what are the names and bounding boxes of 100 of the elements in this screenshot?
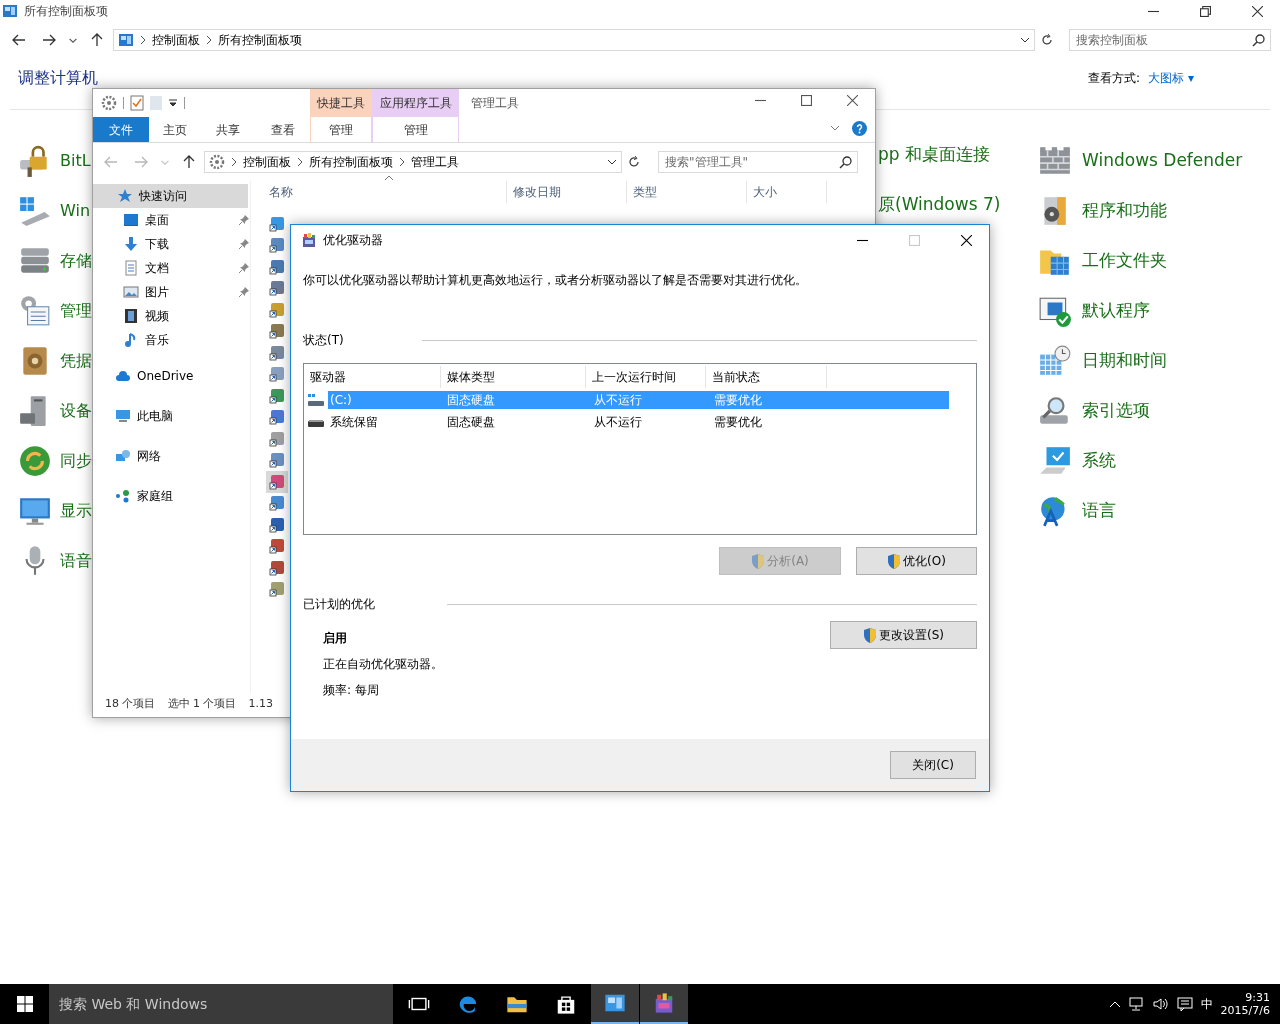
address-bar[interactable]: 控制面板 所有控制面板项 管理工具 — [204, 151, 622, 173]
nav-item[interactable]: 视频 — [101, 304, 249, 328]
table-cell-text: 固态硬盘 — [446, 413, 496, 431]
restore-icon — [1199, 5, 1211, 17]
chevron-icon — [140, 35, 146, 45]
nav-item[interactable]: 音乐 — [101, 328, 249, 352]
control-panel-link[interactable]: 原(Windows 7) — [878, 192, 1001, 218]
nav-item[interactable]: 网络 — [93, 440, 248, 472]
control-panel-link[interactable]: 凭据 — [60, 349, 92, 373]
breadcrumb[interactable]: 管理工具 — [411, 153, 459, 171]
taskbar-search-field[interactable]: 搜索 Web 和 Windows — [49, 984, 393, 1024]
clock-time[interactable]: 9:31 — [1245, 991, 1270, 1004]
control-panel-link[interactable]: 程序和功能 — [1082, 198, 1167, 224]
control-panel-link[interactable]: pp 和桌面连接 — [878, 142, 990, 168]
control-panel-link[interactable]: 语言 — [1082, 498, 1116, 524]
ribbon-tab[interactable]: 管理 — [310, 117, 372, 142]
nav-item[interactable]: 此电脑 — [93, 400, 248, 432]
column-header[interactable]: 大小 — [747, 181, 827, 203]
up-arrow-icon — [181, 154, 197, 170]
search-field[interactable]: 搜索"管理工具" — [658, 151, 858, 173]
control-panel-link[interactable]: 索引选项 — [1082, 398, 1150, 424]
control-panel-link[interactable]: Win — [60, 199, 91, 223]
forward-arrow-icon — [133, 154, 149, 170]
control-panel-link[interactable]: 系统 — [1082, 448, 1116, 474]
back-arrow-icon — [11, 32, 27, 48]
download-arrow-icon — [123, 236, 139, 252]
address-bar[interactable]: 控制面板 所有控制面板项 — [113, 29, 1035, 51]
schedule-state: 启用 — [323, 630, 348, 647]
nav-item[interactable]: 快速访问 — [93, 184, 248, 208]
change-settings-button[interactable]: 更改设置(S) — [830, 621, 977, 649]
forward-arrow-icon — [41, 32, 57, 48]
window-title: 所有控制面板项 — [24, 3, 108, 20]
ribbon-tab[interactable]: 管理 — [372, 117, 459, 142]
defrag-app-button[interactable] — [640, 984, 688, 1024]
control-panel-link[interactable]: 工作文件夹 — [1082, 248, 1167, 274]
defrag-app-icon — [301, 232, 317, 248]
control-panel-link[interactable]: 日期和时间 — [1082, 348, 1167, 374]
window-title: 管理工具 — [471, 95, 519, 112]
close-button[interactable]: 关闭(C) — [890, 751, 976, 779]
control-panel-link[interactable]: 同步 — [60, 449, 92, 473]
close-icon — [846, 94, 858, 106]
table-cell-text: 需要优化 — [713, 413, 763, 431]
search-icon — [839, 156, 852, 169]
control-panel-link[interactable]: 存储 — [60, 249, 92, 273]
shortcut-icon — [269, 215, 285, 232]
control-panel-link[interactable]: 默认程序 — [1082, 298, 1150, 324]
column-header[interactable]: 类型 — [627, 181, 747, 203]
control-panel-link[interactable]: BitL — [60, 149, 91, 173]
column-header[interactable]: 驱动器 — [304, 366, 441, 388]
sync-icon — [18, 444, 52, 478]
search-icon — [1252, 34, 1265, 47]
control-panel-link[interactable]: Windows Defender — [1082, 148, 1243, 174]
action-button[interactable]: 优化(O) — [856, 547, 977, 575]
status-text: 18 个项目 — [105, 695, 156, 712]
usb-drive-icon — [18, 194, 52, 228]
ribbon-tab[interactable]: 文件 — [93, 117, 149, 142]
help-icon — [851, 120, 867, 136]
nav-item[interactable]: 桌面 — [101, 208, 249, 232]
page-icon — [150, 95, 162, 111]
clock-date[interactable]: 2015/7/6 — [1220, 1004, 1270, 1017]
chevron-down-icon — [161, 159, 169, 165]
control-panel-link[interactable]: 语音 — [60, 549, 92, 573]
edge-logo-icon — [457, 993, 479, 1015]
speaker-icon — [1152, 997, 1169, 1011]
nav-item[interactable]: 家庭组 — [93, 480, 248, 512]
windows-logo-icon — [17, 996, 33, 1012]
search-field[interactable]: 搜索控制面板 — [1069, 29, 1271, 51]
shortcut-icon — [269, 473, 285, 490]
shortcut-icon — [269, 409, 285, 426]
film-icon — [123, 308, 139, 324]
breadcrumb[interactable]: 所有控制面板项 — [218, 31, 302, 49]
close-icon — [1251, 5, 1263, 17]
breadcrumb[interactable]: 所有控制面板项 — [309, 153, 393, 171]
breadcrumb[interactable]: 控制面板 — [152, 31, 200, 49]
nav-item[interactable]: 图片 — [101, 280, 249, 304]
breadcrumb[interactable]: 控制面板 — [243, 153, 291, 171]
table-row[interactable]: 系统保留 固态硬盘 从不运行 需要优化 — [328, 412, 949, 431]
shortcut-icon — [269, 344, 285, 361]
column-header[interactable]: 上一次运行时间 — [586, 366, 706, 388]
ribbon-tab[interactable]: 主页 — [149, 117, 201, 142]
column-header[interactable]: 媒体类型 — [441, 366, 586, 388]
column-header[interactable]: 当前状态 — [706, 366, 827, 388]
control-panel-button[interactable] — [591, 984, 639, 1024]
chevron-up-icon — [1108, 1000, 1121, 1008]
file-row[interactable] — [266, 471, 288, 493]
column-header[interactable]: 修改日期 — [507, 181, 627, 203]
control-panel-icon — [118, 32, 134, 48]
ribbon-tab[interactable]: 查看 — [255, 117, 310, 142]
nav-item[interactable]: 下载 — [101, 232, 249, 256]
input-method-indicator[interactable]: 中 — [1200, 995, 1213, 1013]
nav-item[interactable]: OneDrive — [93, 360, 248, 392]
control-panel-link[interactable]: 管理 — [60, 299, 92, 323]
window-title: 优化驱动器 — [323, 232, 383, 249]
control-panel-link[interactable]: 显示 — [60, 499, 92, 523]
column-header[interactable]: 名称 — [251, 181, 507, 203]
control-panel-link[interactable]: 设备 — [60, 399, 92, 423]
view-dropdown[interactable]: 大图标 ▾ — [1148, 69, 1194, 87]
ribbon-tab[interactable]: 共享 — [201, 117, 255, 142]
frequency-text: 频率: 每周 — [323, 682, 380, 699]
nav-item[interactable]: 文档 — [101, 256, 249, 280]
